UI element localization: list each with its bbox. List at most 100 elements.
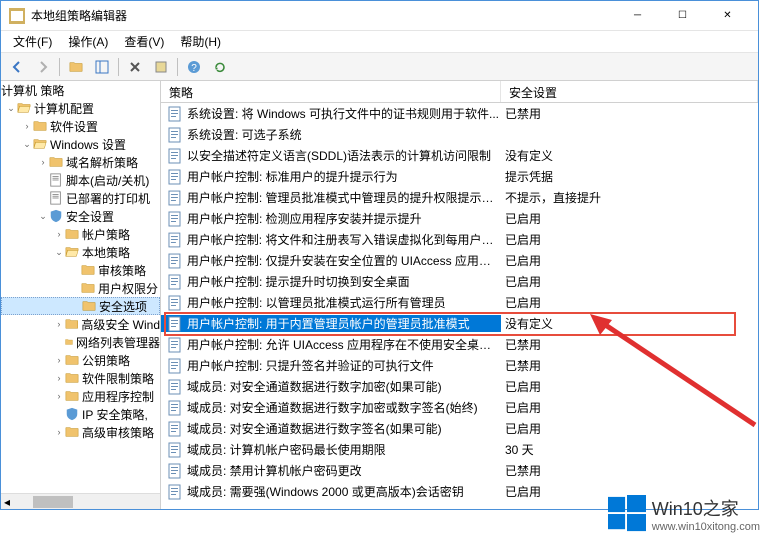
titlebar: 本地组策略编辑器 ─ ☐ ✕ — [1, 1, 758, 31]
show-tree-button[interactable] — [90, 56, 114, 78]
list-row[interactable]: 用户帐户控制: 管理员批准模式中管理员的提升权限提示的...不提示，直接提升 — [161, 187, 758, 208]
tree-network-list[interactable]: 网络列表管理器 — [1, 333, 160, 351]
policy-text: 用户帐户控制: 标准用户的提升提示行为 — [187, 168, 398, 185]
policy-text: 用户帐户控制: 以管理员批准模式运行所有管理员 — [187, 294, 446, 311]
tree-audit-policy[interactable]: 审核策略 — [1, 261, 160, 279]
menu-action[interactable]: 操作(A) — [60, 31, 116, 52]
list-row[interactable]: 域成员: 对安全通道数据进行数字加密(如果可能)已启用 — [161, 376, 758, 397]
list-row[interactable]: 用户帐户控制: 将文件和注册表写入错误虚拟化到每用户位置已启用 — [161, 229, 758, 250]
window: 本地组策略编辑器 ─ ☐ ✕ 文件(F) 操作(A) 查看(V) 帮助(H) ?… — [0, 0, 759, 510]
list-row[interactable]: 以安全描述符定义语言(SDDL)语法表示的计算机访问限制没有定义 — [161, 145, 758, 166]
tree-printers[interactable]: 已部署的打印机 — [1, 189, 160, 207]
watermark-brand: Win10之家 — [652, 495, 760, 521]
policy-text: 用户帐户控制: 提示提升时切换到安全桌面 — [187, 273, 410, 290]
policy-icon — [167, 295, 183, 311]
policy-text: 用户帐户控制: 允许 UIAccess 应用程序在不使用安全桌面... — [187, 336, 501, 353]
tree-adv-security[interactable]: ›高级安全 Wind — [1, 315, 160, 333]
list-row[interactable]: 用户帐户控制: 允许 UIAccess 应用程序在不使用安全桌面...已禁用 — [161, 334, 758, 355]
window-title: 本地组策略编辑器 — [31, 7, 615, 24]
list-row[interactable]: 系统设置: 可选子系统 — [161, 124, 758, 145]
setting-text: 已启用 — [501, 210, 758, 227]
tree-adv-audit[interactable]: ›高级审核策略 — [1, 423, 160, 441]
policy-icon — [167, 106, 183, 122]
tree-user-rights[interactable]: 用户权限分 — [1, 279, 160, 297]
maximize-button[interactable]: ☐ — [660, 2, 705, 30]
policy-text: 域成员: 对安全通道数据进行数字加密或数字签名(始终) — [187, 399, 478, 416]
tree-public-key[interactable]: ›公钥策略 — [1, 351, 160, 369]
list-row[interactable]: 用户帐户控制: 以管理员批准模式运行所有管理员已启用 — [161, 292, 758, 313]
tree-root[interactable]: 计算机 策略 — [1, 81, 160, 99]
close-button[interactable]: ✕ — [705, 2, 750, 30]
tree-app-control[interactable]: ›应用程序控制 — [1, 387, 160, 405]
expand-icon[interactable]: ⌄ — [21, 139, 33, 150]
setting-text: 不提示，直接提升 — [501, 189, 758, 206]
back-button[interactable] — [5, 56, 29, 78]
delete-button[interactable] — [123, 56, 147, 78]
col-header-setting[interactable]: 安全设置 — [501, 81, 758, 102]
setting-text: 已启用 — [501, 378, 758, 395]
col-header-policy[interactable]: 策略 — [161, 81, 501, 102]
list-row[interactable]: 用户帐户控制: 用于内置管理员帐户的管理员批准模式没有定义 — [161, 313, 758, 334]
setting-text: 已启用 — [501, 273, 758, 290]
list-row[interactable]: 域成员: 计算机帐户密码最长使用期限30 天 — [161, 439, 758, 460]
setting-text: 提示凭据 — [501, 168, 758, 185]
policy-text: 用户帐户控制: 只提升签名并验证的可执行文件 — [187, 357, 434, 374]
tree-software-settings[interactable]: ›软件设置 — [1, 117, 160, 135]
tree-dns-policy[interactable]: ›域名解析策略 — [1, 153, 160, 171]
tree-security-settings[interactable]: ⌄安全设置 — [1, 207, 160, 225]
tree-account-policy[interactable]: ›帐户策略 — [1, 225, 160, 243]
setting-text: 已启用 — [501, 399, 758, 416]
refresh-button[interactable] — [208, 56, 232, 78]
menu-file[interactable]: 文件(F) — [5, 31, 60, 52]
policy-icon — [167, 211, 183, 227]
minimize-button[interactable]: ─ — [615, 2, 660, 30]
tree-soft-restrict[interactable]: ›软件限制策略 — [1, 369, 160, 387]
setting-text: 已禁用 — [501, 336, 758, 353]
help-button[interactable]: ? — [182, 56, 206, 78]
forward-button[interactable] — [31, 56, 55, 78]
tree-panel[interactable]: 计算机 策略 ⌄计算机配置 ›软件设置 ⌄Windows 设置 ›域名解析策略 … — [1, 81, 161, 509]
policy-icon — [167, 442, 183, 458]
tree-computer-config[interactable]: ⌄计算机配置 — [1, 99, 160, 117]
tree-h-scrollbar[interactable]: ◂ — [1, 493, 160, 509]
list-row[interactable]: 域成员: 禁用计算机帐户密码更改 已禁用 — [161, 460, 758, 481]
expand-icon[interactable]: › — [21, 121, 33, 131]
tree-windows-settings[interactable]: ⌄Windows 设置 — [1, 135, 160, 153]
properties-button[interactable] — [149, 56, 173, 78]
list-row[interactable]: 用户帐户控制: 只提升签名并验证的可执行文件已禁用 — [161, 355, 758, 376]
expand-icon[interactable]: ⌄ — [37, 211, 49, 222]
list-row[interactable]: 系统设置: 将 Windows 可执行文件中的证书规则用于软件...已禁用 — [161, 103, 758, 124]
setting-text: 没有定义 — [501, 147, 758, 164]
list-row[interactable]: 域成员: 对安全通道数据进行数字加密或数字签名(始终) 已启用 — [161, 397, 758, 418]
policy-text: 域成员: 禁用计算机帐户密码更改 — [187, 462, 362, 479]
toolbar: ? — [1, 53, 758, 81]
policy-icon — [167, 400, 183, 416]
up-button[interactable] — [64, 56, 88, 78]
list-header: 策略 安全设置 — [161, 81, 758, 103]
policy-text: 用户帐户控制: 检测应用程序安装并提示提升 — [187, 210, 422, 227]
watermark-url: www.win10xitong.com — [652, 521, 760, 533]
tree-ip-security[interactable]: IP 安全策略, — [1, 405, 160, 423]
policy-icon — [167, 358, 183, 374]
policy-text: 用户帐户控制: 管理员批准模式中管理员的提升权限提示的... — [187, 189, 501, 206]
list-body[interactable]: 系统设置: 将 Windows 可执行文件中的证书规则用于软件...已禁用系统设… — [161, 103, 758, 509]
list-row[interactable]: 用户帐户控制: 标准用户的提升提示行为 提示凭据 — [161, 166, 758, 187]
tree-local-policy[interactable]: ⌄本地策略 — [1, 243, 160, 261]
menu-view[interactable]: 查看(V) — [116, 31, 172, 52]
list-row[interactable]: 域成员: 对安全通道数据进行数字签名(如果可能) 已启用 — [161, 418, 758, 439]
list-row[interactable]: 用户帐户控制: 仅提升安装在安全位置的 UIAccess 应用程序已启用 — [161, 250, 758, 271]
expand-icon[interactable]: ⌄ — [53, 247, 65, 258]
policy-icon — [167, 232, 183, 248]
tree-scripts[interactable]: 脚本(启动/关机) — [1, 171, 160, 189]
policy-text: 用户帐户控制: 仅提升安装在安全位置的 UIAccess 应用程序 — [187, 252, 501, 269]
setting-text: 已禁用 — [501, 462, 758, 479]
policy-text: 域成员: 对安全通道数据进行数字签名(如果可能) — [187, 420, 442, 437]
policy-icon — [167, 148, 183, 164]
tree-security-options[interactable]: 安全选项 — [1, 297, 160, 315]
list-row[interactable]: 用户帐户控制: 检测应用程序安装并提示提升 已启用 — [161, 208, 758, 229]
menu-help[interactable]: 帮助(H) — [172, 31, 229, 52]
expand-icon[interactable]: ⌄ — [5, 103, 17, 114]
list-row[interactable]: 用户帐户控制: 提示提升时切换到安全桌面 已启用 — [161, 271, 758, 292]
setting-text: 已启用 — [501, 420, 758, 437]
setting-text: 已禁用 — [501, 105, 758, 122]
